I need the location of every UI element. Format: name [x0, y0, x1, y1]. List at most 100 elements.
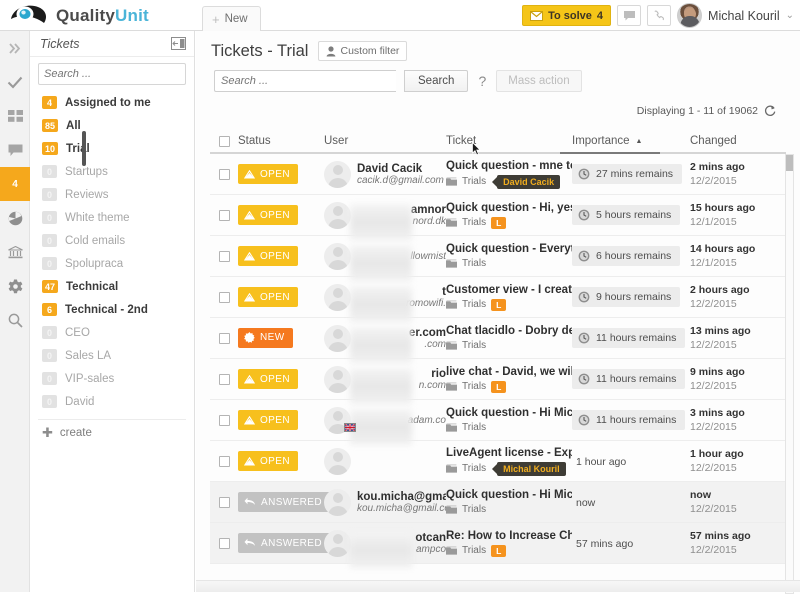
- status-badge[interactable]: OPEN: [238, 287, 298, 307]
- priority-tag-l[interactable]: L: [491, 299, 506, 311]
- row-checkbox[interactable]: [219, 333, 230, 344]
- sidebar-item-technical-2nd[interactable]: 6Technical - 2nd: [30, 298, 194, 321]
- sidebar-item-sales-la[interactable]: 0Sales LA: [30, 344, 194, 367]
- ticket-cell[interactable]: Customer view - I createdTrialsL: [446, 284, 572, 311]
- ticket-subject[interactable]: Quick question - mne to r: [446, 160, 572, 172]
- status-badge[interactable]: ANSWERED: [238, 492, 330, 512]
- ticket-subject[interactable]: LiveAgent license - Expire: [446, 447, 572, 459]
- priority-tag-l[interactable]: L: [491, 217, 506, 229]
- row-checkbox[interactable]: [219, 251, 230, 262]
- table-row[interactable]: ANSWEREDotcanampcoRe: How to Increase Ch…: [210, 523, 786, 564]
- row-select-cell[interactable]: [210, 456, 238, 467]
- ticket-subject[interactable]: Customer view - I created: [446, 284, 572, 296]
- sidebar-item-reviews[interactable]: 0Reviews: [30, 183, 194, 206]
- table-row[interactable]: OPENamnornord.dkQuick question - Hi, yes…: [210, 195, 786, 236]
- table-row[interactable]: ANSWEREDkou.micha@gmailkou.micha@gmail.c…: [210, 482, 786, 523]
- ticket-cell[interactable]: Quick question - Hi MichaTrials: [446, 489, 572, 515]
- ticket-subject[interactable]: Re: How to Increase Chat: [446, 530, 572, 542]
- sidebar-item-spolupraca[interactable]: 0Spolupraca: [30, 252, 194, 275]
- table-row[interactable]: NEWer.com.comChat tlacidlo - Dobry denTr…: [210, 318, 786, 359]
- search-field-wrap[interactable]: [214, 70, 396, 92]
- rail-item-settings[interactable]: [0, 269, 30, 303]
- status-badge[interactable]: OPEN: [238, 246, 298, 266]
- row-select-cell[interactable]: [210, 169, 238, 180]
- chevron-down-icon[interactable]: ⌄: [786, 10, 794, 21]
- row-select-cell[interactable]: [210, 292, 238, 303]
- avatar[interactable]: [677, 3, 702, 28]
- row-select-cell[interactable]: [210, 374, 238, 385]
- status-badge[interactable]: OPEN: [238, 369, 298, 389]
- rail-item-chats[interactable]: [0, 133, 30, 167]
- tab-new[interactable]: + New: [202, 6, 261, 31]
- custom-filter-button[interactable]: Custom filter: [318, 41, 407, 61]
- ticket-cell[interactable]: Quick question - mne to rTrialsDavid Cac…: [446, 160, 572, 189]
- row-select-cell[interactable]: [210, 497, 238, 508]
- row-checkbox[interactable]: [219, 538, 230, 549]
- ticket-cell[interactable]: Chat tlacidlo - Dobry denTrials: [446, 325, 572, 351]
- row-checkbox[interactable]: [219, 210, 230, 221]
- to-solve-button[interactable]: To solve 4: [522, 5, 611, 26]
- rail-item-collapse[interactable]: [0, 31, 30, 65]
- ticket-subject[interactable]: Quick question - Hi Micha: [446, 407, 572, 419]
- sidebar-item-vip-sales[interactable]: 0VIP-sales: [30, 367, 194, 390]
- status-badge[interactable]: OPEN: [238, 451, 298, 471]
- priority-tag-l[interactable]: L: [491, 545, 506, 557]
- sidebar-search[interactable]: [38, 63, 186, 85]
- row-select-cell[interactable]: [210, 210, 238, 221]
- row-checkbox[interactable]: [219, 292, 230, 303]
- search-button[interactable]: Search: [404, 70, 468, 92]
- ticket-subject[interactable]: Quick question - Hi, yes y: [446, 202, 572, 214]
- sidebar-item-trial[interactable]: 10Trial: [30, 137, 194, 160]
- ticket-cell[interactable]: live chat - David, we will tTrialsL: [446, 366, 572, 393]
- sidebar-create-button[interactable]: ✚ create: [30, 420, 194, 446]
- ticket-cell[interactable]: Quick question - Hi MichaTrials: [446, 407, 572, 433]
- sidebar-item-white-theme[interactable]: 0White theme: [30, 206, 194, 229]
- assignee-tag[interactable]: David Cacik: [497, 175, 560, 189]
- table-row[interactable]: OPEN LiveAgent license - ExpireTrialsMich…: [210, 441, 786, 482]
- column-header-changed[interactable]: Changed: [690, 135, 786, 147]
- sidebar-item-david[interactable]: 0David: [30, 390, 194, 413]
- column-header-importance[interactable]: Importance ▲: [572, 135, 690, 147]
- search-input[interactable]: [221, 75, 390, 87]
- chat-button[interactable]: [617, 5, 641, 26]
- sidebar-item-technical[interactable]: 47Technical: [30, 275, 194, 298]
- table-row[interactable]: OPENtromowifi.Customer view - I createdT…: [210, 277, 786, 318]
- table-row[interactable]: OPENrion.comlive chat - David, we will t…: [210, 359, 786, 400]
- select-all-cell[interactable]: [210, 136, 238, 147]
- row-checkbox[interactable]: [219, 497, 230, 508]
- sidebar-item-all[interactable]: 85All: [30, 114, 194, 137]
- sidebar-item-cold-emails[interactable]: 0Cold emails: [30, 229, 194, 252]
- status-badge[interactable]: OPEN: [238, 205, 298, 225]
- sidebar-item-startups[interactable]: 0Startups: [30, 160, 194, 183]
- status-badge[interactable]: ANSWERED: [238, 533, 330, 553]
- table-scrollbar-thumb[interactable]: [786, 155, 793, 171]
- ticket-subject[interactable]: Quick question - Hi Micha: [446, 489, 572, 501]
- ticket-cell[interactable]: LiveAgent license - ExpireTrialsMichal K…: [446, 447, 572, 476]
- column-header-ticket[interactable]: Ticket: [446, 135, 572, 147]
- row-select-cell[interactable]: [210, 251, 238, 262]
- column-header-status[interactable]: Status: [238, 135, 324, 147]
- refresh-icon[interactable]: [764, 105, 776, 117]
- phone-button[interactable]: [647, 5, 671, 26]
- row-checkbox[interactable]: [219, 374, 230, 385]
- sidebar-scrollbar-thumb[interactable]: [82, 131, 86, 166]
- select-all-checkbox[interactable]: [219, 136, 230, 147]
- rail-item-dashboard[interactable]: [0, 99, 30, 133]
- table-scrollbar[interactable]: [785, 154, 794, 594]
- ticket-subject[interactable]: live chat - David, we will t: [446, 366, 572, 378]
- sidebar-item-assigned-to-me[interactable]: 4Assigned to me: [30, 91, 194, 114]
- panel-collapse-icon[interactable]: [171, 37, 186, 50]
- ticket-cell[interactable]: Re: How to Increase ChatTrialsL: [446, 530, 572, 557]
- row-checkbox[interactable]: [219, 169, 230, 180]
- rail-item-search[interactable]: [0, 303, 30, 337]
- mass-action-button[interactable]: Mass action: [496, 70, 581, 92]
- rail-item-company[interactable]: [0, 235, 30, 269]
- ticket-cell[interactable]: Quick question - EverythiTrials: [446, 243, 572, 269]
- table-row[interactable]: OPENadam.coQuick question - Hi MichaTria…: [210, 400, 786, 441]
- app-logo[interactable]: QualityUnit: [8, 0, 149, 31]
- status-badge[interactable]: OPEN: [238, 410, 298, 430]
- priority-tag-l[interactable]: L: [491, 381, 506, 393]
- user-name[interactable]: Michal Kouril: [708, 9, 780, 23]
- table-row[interactable]: OPENDavid Cacikcacik.d@gmail.comQuick qu…: [210, 154, 786, 195]
- column-header-user[interactable]: User: [324, 135, 446, 147]
